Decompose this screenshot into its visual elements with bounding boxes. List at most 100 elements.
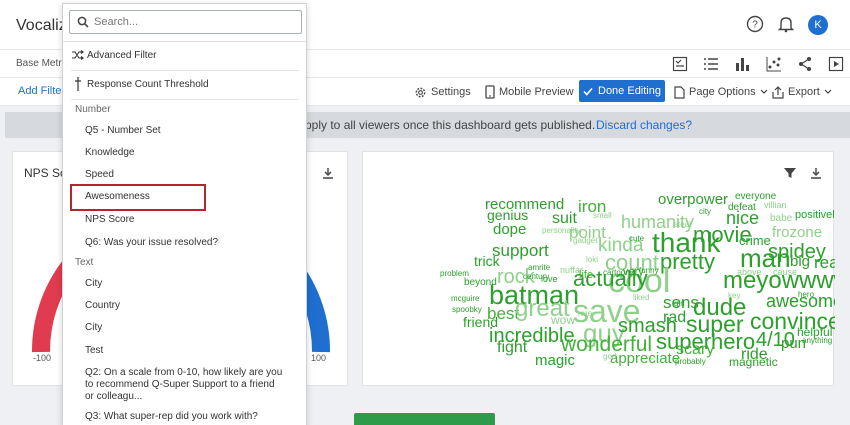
- shuffle-icon: [71, 48, 85, 62]
- field-option[interactable]: Q5 - Number Set: [85, 125, 295, 137]
- word-cloud-word: wow: [550, 313, 575, 327]
- search-icon: [77, 16, 89, 28]
- word-cloud-word: century: [523, 272, 549, 281]
- threshold-icon: [71, 77, 85, 91]
- field-option[interactable]: Knowledge: [85, 147, 295, 159]
- gauge-min-label: -100: [33, 353, 52, 363]
- word-cloud-word: cartoony: [603, 268, 634, 277]
- page-icon: [674, 85, 685, 99]
- word-cloud-word: babe: [770, 213, 793, 224]
- word-cloud-widget[interactable]: overpower everyone recommend iron city defeat…: [362, 151, 835, 386]
- word-cloud-word: probably: [675, 357, 706, 366]
- chevron-down-icon: [760, 89, 768, 94]
- settings-label: Settings: [431, 86, 471, 98]
- search-input[interactable]: [94, 14, 294, 30]
- word-cloud-word: god: [603, 352, 616, 361]
- word-cloud-word: magnetic: [729, 355, 778, 369]
- field-option[interactable]: Speed: [85, 169, 295, 181]
- field-option[interactable]: City: [85, 322, 295, 334]
- word-cloud-word: villian: [764, 200, 787, 210]
- notice-text: pply to all viewers once this dashboard …: [305, 118, 596, 132]
- word-cloud-word: frozone: [772, 224, 822, 241]
- group-label-text: Text: [75, 257, 94, 268]
- field-option[interactable]: NPS Score: [85, 214, 295, 226]
- chevron-down-icon: [824, 89, 832, 94]
- word-cloud-word: rare: [578, 309, 593, 318]
- word-cloud-word: hero: [798, 290, 815, 299]
- download-icon[interactable]: [321, 166, 335, 180]
- share-icon[interactable]: [795, 54, 815, 74]
- settings-button[interactable]: Settings: [414, 81, 471, 103]
- response-count-threshold-label: Response Count Threshold: [87, 78, 209, 90]
- checklist-icon[interactable]: [670, 54, 690, 74]
- mobile-icon: [485, 85, 495, 99]
- awesomeness-highlight-box: [70, 184, 206, 211]
- word-cloud-word: positively: [795, 209, 835, 221]
- field-option[interactable]: Test: [85, 345, 295, 357]
- add-filter-button[interactable]: Add Filter: [18, 85, 65, 97]
- export-icon: [772, 85, 784, 99]
- group-label-number: Number: [75, 104, 111, 115]
- word-cloud-word: overpower: [658, 191, 728, 208]
- discard-changes-link[interactable]: Discard changes?: [596, 118, 692, 132]
- word-cloud-word: loki: [586, 255, 598, 264]
- help-icon[interactable]: ?: [745, 14, 765, 34]
- search-box[interactable]: [69, 10, 302, 34]
- advanced-filter-label: Advanced Filter: [87, 49, 157, 61]
- bell-icon[interactable]: [776, 14, 796, 34]
- avatar[interactable]: K: [808, 15, 828, 35]
- word-cloud-word: cute: [629, 234, 645, 243]
- word-cloud-word: liked: [633, 293, 649, 302]
- word-cloud-word: mcguire: [451, 294, 480, 303]
- list-icon[interactable]: [701, 54, 721, 74]
- page-options-label: Page Options: [689, 86, 756, 98]
- app-title: Vocaliz: [16, 17, 67, 34]
- word-cloud-word: magic: [535, 352, 576, 369]
- check-icon: [583, 87, 593, 96]
- word-cloud-word: nuffar: [560, 265, 583, 275]
- add-widget-button[interactable]: [354, 413, 495, 425]
- word-cloud-word: personality: [542, 226, 581, 235]
- gear-icon: [415, 87, 426, 97]
- mobile-preview-button[interactable]: Mobile Preview: [485, 81, 574, 103]
- word-cloud-word: city: [699, 207, 711, 216]
- field-option[interactable]: Q3: What super-rep did you work with?: [85, 411, 295, 423]
- word-cloud-word: steal: [674, 220, 691, 229]
- divider: [63, 41, 306, 42]
- word-cloud-word: support: [492, 241, 549, 260]
- divider: [71, 70, 299, 71]
- word-cloud-word: scary: [676, 341, 714, 358]
- word-cloud-word: amrite: [528, 263, 551, 272]
- word-cloud-word: small: [593, 211, 612, 220]
- bar-chart-icon[interactable]: [732, 54, 752, 74]
- filter-field-dropdown[interactable]: Advanced Filter Response Count Threshold…: [62, 3, 307, 425]
- field-option[interactable]: Q2: On a scale from 0-10, how likely are…: [85, 367, 285, 403]
- word-cloud-word: cause: [773, 267, 797, 277]
- word-cloud-word: anything: [802, 336, 832, 345]
- word-cloud-word: funny: [639, 266, 659, 275]
- field-option[interactable]: Country: [85, 300, 295, 312]
- base-metric-label: Base Metr: [16, 58, 62, 69]
- export-button[interactable]: Export: [772, 81, 832, 103]
- word-cloud-word: above: [737, 267, 762, 277]
- advanced-filter-option[interactable]: Advanced Filter: [71, 46, 301, 64]
- word-cloud-word: girl: [674, 299, 685, 308]
- word-cloud-word: fight: [497, 339, 528, 356]
- field-option[interactable]: City: [85, 278, 295, 290]
- svg-text:?: ?: [752, 20, 758, 31]
- response-count-threshold-option[interactable]: Response Count Threshold: [71, 75, 301, 93]
- mobile-preview-label: Mobile Preview: [499, 86, 574, 98]
- present-icon[interactable]: [826, 54, 846, 74]
- word-cloud-word: key: [728, 291, 740, 300]
- scatter-icon[interactable]: [764, 54, 784, 74]
- word-cloud-word: appreciate: [610, 350, 680, 367]
- word-cloud-word: problem: [440, 269, 469, 278]
- field-option[interactable]: Q6: Was your issue resolved?: [85, 237, 295, 249]
- page-options-button[interactable]: Page Options: [674, 81, 768, 103]
- word-cloud-word: spoobky: [452, 305, 482, 314]
- word-cloud: overpower everyonerecommend iron city defeat…: [440, 191, 835, 369]
- done-editing-button[interactable]: Done Editing: [579, 80, 665, 102]
- word-cloud-word: dope: [493, 221, 526, 238]
- divider: [71, 99, 299, 100]
- gauge-max-label: 100: [311, 353, 327, 363]
